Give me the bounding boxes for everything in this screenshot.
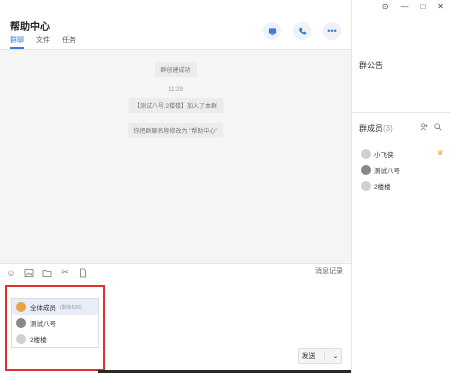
chat-area: 帮助中心 群聊 文件 任务 ••• 群创建成功 11:29 【测试八号,2楼楼】… (0, 0, 351, 373)
file-icon[interactable] (78, 268, 88, 278)
message-history-link[interactable]: 消息记录 (315, 266, 343, 276)
chat-header: 帮助中心 群聊 文件 任务 ••• (0, 0, 351, 50)
search-icon[interactable] (434, 123, 442, 133)
mention-name: 全体成员 (30, 305, 56, 312)
mention-sub: (剩余520) (60, 304, 82, 311)
more-button[interactable]: ••• (323, 22, 341, 40)
image-icon[interactable] (24, 268, 34, 278)
members-label: 群成员 (359, 124, 383, 133)
members-title: 群成员(3) (359, 123, 393, 134)
call-button[interactable] (293, 22, 311, 40)
mention-item[interactable]: 测试八号 (12, 315, 98, 331)
screen-share-button[interactable] (263, 22, 281, 40)
send-button[interactable]: 发送 ⌄ (298, 348, 342, 364)
group-avatar-icon (16, 302, 26, 312)
chat-title: 帮助中心 (10, 22, 50, 33)
chevron-down-icon[interactable]: ⌄ (333, 352, 339, 360)
settings-icon[interactable]: ⊙ (382, 2, 389, 11)
mention-name: 测试八号 (30, 321, 56, 328)
avatar (361, 181, 371, 191)
member-name: 2楼楼 (374, 184, 391, 191)
mention-popup: 全体成员 (剩余520) 测试八号 2楼楼 (5, 285, 105, 371)
mention-item[interactable]: 2楼楼 (12, 331, 98, 347)
system-message: 群创建成功 (154, 62, 197, 77)
tab-tasks[interactable]: 任务 (62, 35, 76, 47)
member-item[interactable]: 2楼楼 (361, 181, 391, 191)
member-name: 测试八号 (374, 168, 400, 175)
phone-icon (298, 27, 306, 34)
divider (352, 112, 450, 113)
avatar (361, 149, 371, 159)
close-icon[interactable]: ✕ (437, 2, 444, 11)
group-info-panel: ⊙ — □ ✕ 群公告 群成员(3) 小飞侠 ♛ 测试八号 2楼楼 (351, 0, 450, 373)
send-label: 发送 (301, 353, 316, 360)
folder-icon[interactable] (42, 268, 52, 278)
maximize-icon[interactable]: □ (420, 2, 425, 11)
system-message: 【测试八号,2楼楼】加入了本群 (127, 98, 224, 113)
message-timestamp: 11:29 (168, 87, 183, 93)
member-item[interactable]: 测试八号 (361, 165, 400, 175)
scissors-icon[interactable]: ✂ (60, 267, 70, 278)
system-message: 你把群聊名称修改为 "帮助中心" (127, 123, 224, 138)
group-notice-title[interactable]: 群公告 (359, 60, 383, 71)
member-actions (420, 123, 442, 133)
tab-group-chat[interactable]: 群聊 (10, 35, 24, 49)
members-count: (3) (383, 124, 393, 133)
minimize-icon[interactable]: — (400, 2, 408, 11)
member-item[interactable]: 小飞侠 (361, 149, 394, 159)
mention-list: 全体成员 (剩余520) 测试八号 2楼楼 (11, 298, 99, 348)
header-actions: ••• (263, 22, 341, 40)
tab-files[interactable]: 文件 (36, 35, 50, 47)
chat-tabs: 群聊 文件 任务 (10, 35, 76, 49)
mention-name: 2楼楼 (30, 337, 47, 344)
avatar (16, 318, 26, 328)
emoji-icon[interactable]: ☺ (6, 268, 16, 278)
divider (323, 351, 325, 361)
more-icon: ••• (327, 26, 337, 36)
screen-share-icon (268, 27, 276, 35)
input-toolbar: ☺ ✂ (0, 263, 351, 281)
avatar (16, 334, 26, 344)
add-member-icon[interactable] (420, 123, 428, 133)
avatar (361, 165, 371, 175)
mention-item-all[interactable]: 全体成员 (剩余520) (12, 299, 98, 315)
member-name: 小飞侠 (374, 152, 394, 159)
owner-crown-icon: ♛ (437, 150, 444, 157)
message-list: 群创建成功 11:29 【测试八号,2楼楼】加入了本群 你把群聊名称修改为 "帮… (0, 50, 351, 260)
window-controls: ⊙ — □ ✕ (382, 0, 450, 12)
